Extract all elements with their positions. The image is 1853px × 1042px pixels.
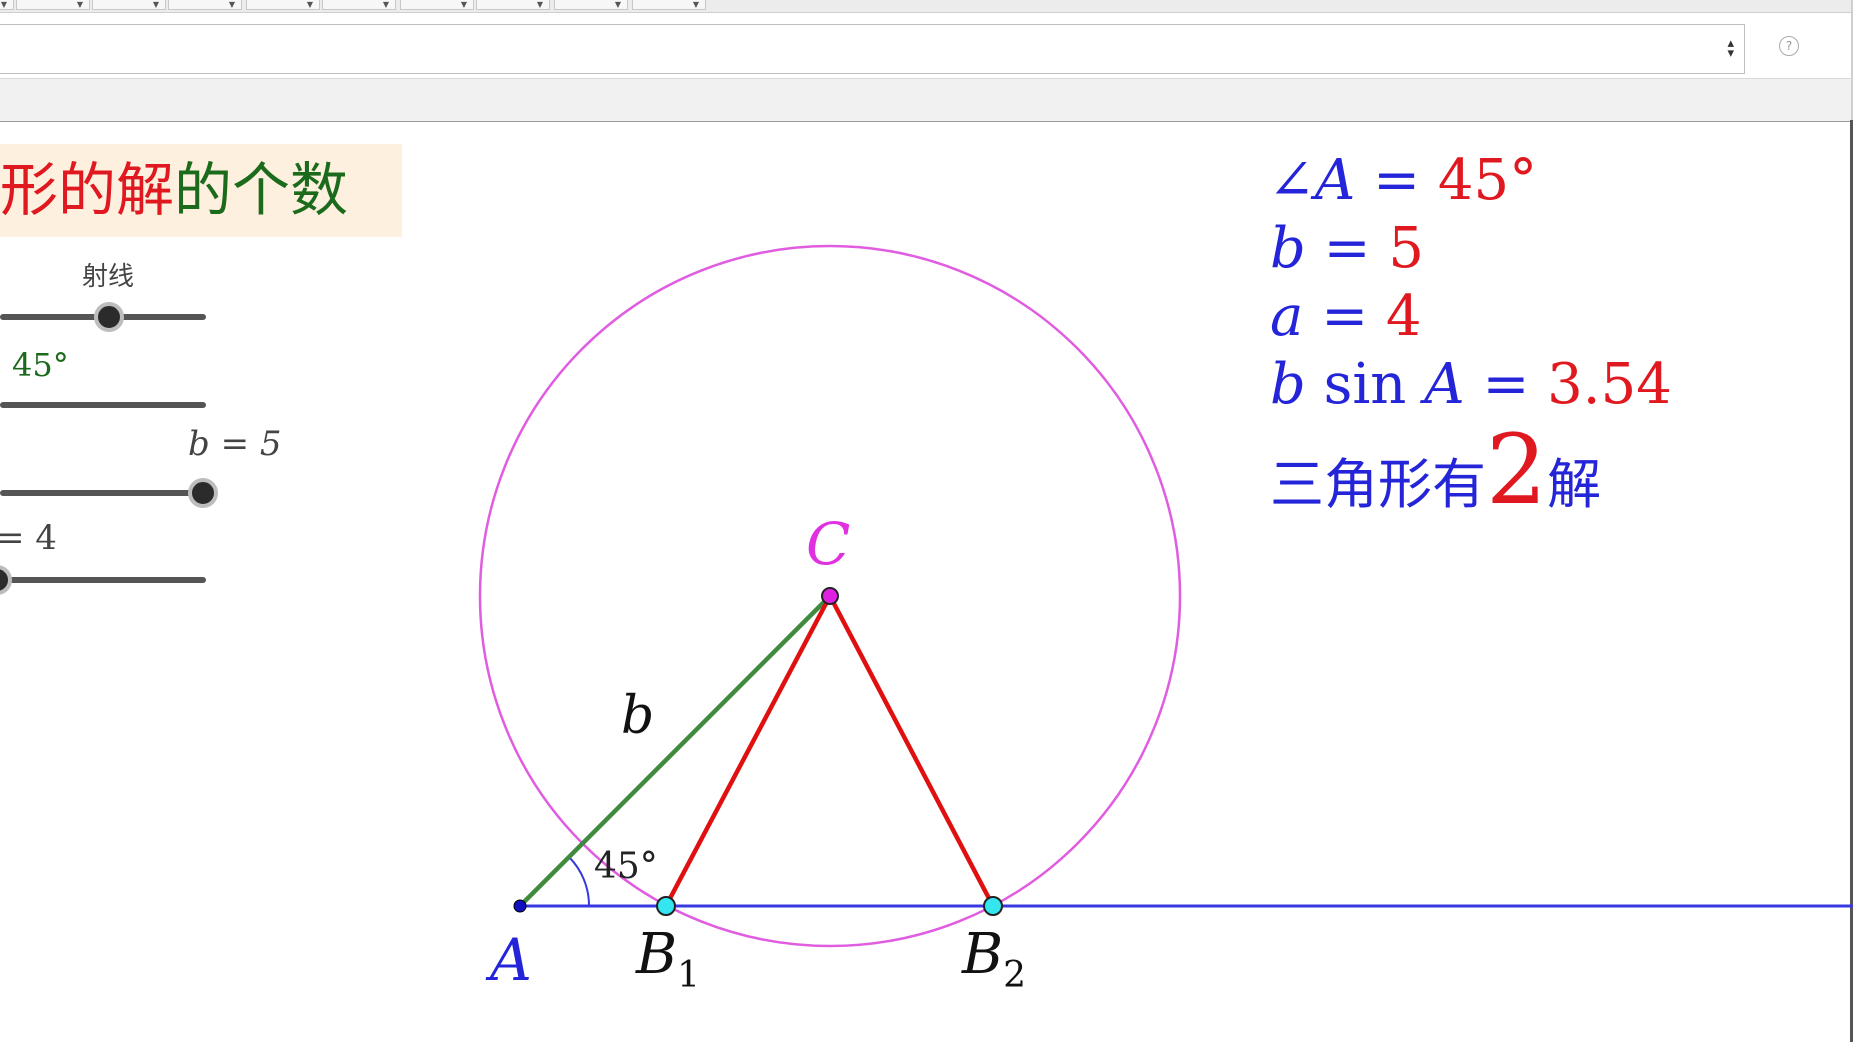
label-side-b: b [621, 686, 655, 746]
info-bsin-sin: sin [1305, 352, 1425, 417]
info-sol-pre: 三角形有 [1270, 453, 1486, 516]
label-angle-45: 45° [594, 846, 658, 887]
info-angle-val: 45° [1437, 148, 1538, 213]
label-b2-sub: 2 [1003, 955, 1027, 996]
info-bsina: b sin A = 3.54 [1270, 352, 1672, 417]
label-a: A [490, 926, 532, 994]
label-b1: B1 [636, 922, 700, 996]
info-angle-a: ∠A = 45° [1268, 148, 1537, 213]
info-bsin-eq: = [1464, 352, 1548, 417]
point-a[interactable] [513, 899, 527, 913]
angle-arc [568, 856, 591, 907]
label-c: C [806, 510, 851, 578]
info-a-var: a [1270, 284, 1304, 349]
point-c[interactable] [821, 587, 839, 605]
info-b: b = 5 [1270, 216, 1424, 281]
info-b-var: b [1270, 216, 1306, 281]
label-b2: B2 [962, 922, 1026, 996]
side-b[interactable] [518, 594, 832, 908]
info-sol-num: 2 [1486, 414, 1548, 526]
info-b-val: 5 [1388, 216, 1425, 281]
info-b-eq: = [1305, 216, 1389, 281]
info-a-val: 4 [1385, 284, 1422, 349]
info-solution-count: 三角形有2解 [1270, 420, 1601, 535]
info-bsin-b: b [1270, 352, 1306, 417]
info-angle-eq: = [1355, 148, 1438, 213]
point-b2[interactable] [983, 896, 1003, 916]
info-a-eq: = [1303, 284, 1386, 349]
point-b1[interactable] [656, 896, 676, 916]
label-b1-sub: 1 [677, 955, 701, 996]
info-a: a = 4 [1270, 284, 1422, 349]
info-bsin-val: 3.54 [1547, 352, 1672, 417]
side-a-b2[interactable] [828, 594, 995, 908]
info-bsin-a: A [1424, 352, 1465, 417]
info-sol-post: 解 [1547, 453, 1602, 516]
label-b2-base: B [962, 922, 1004, 987]
side-a-b1[interactable] [664, 594, 832, 908]
label-b1-base: B [636, 922, 678, 987]
info-angle-var: ∠A [1268, 148, 1356, 213]
